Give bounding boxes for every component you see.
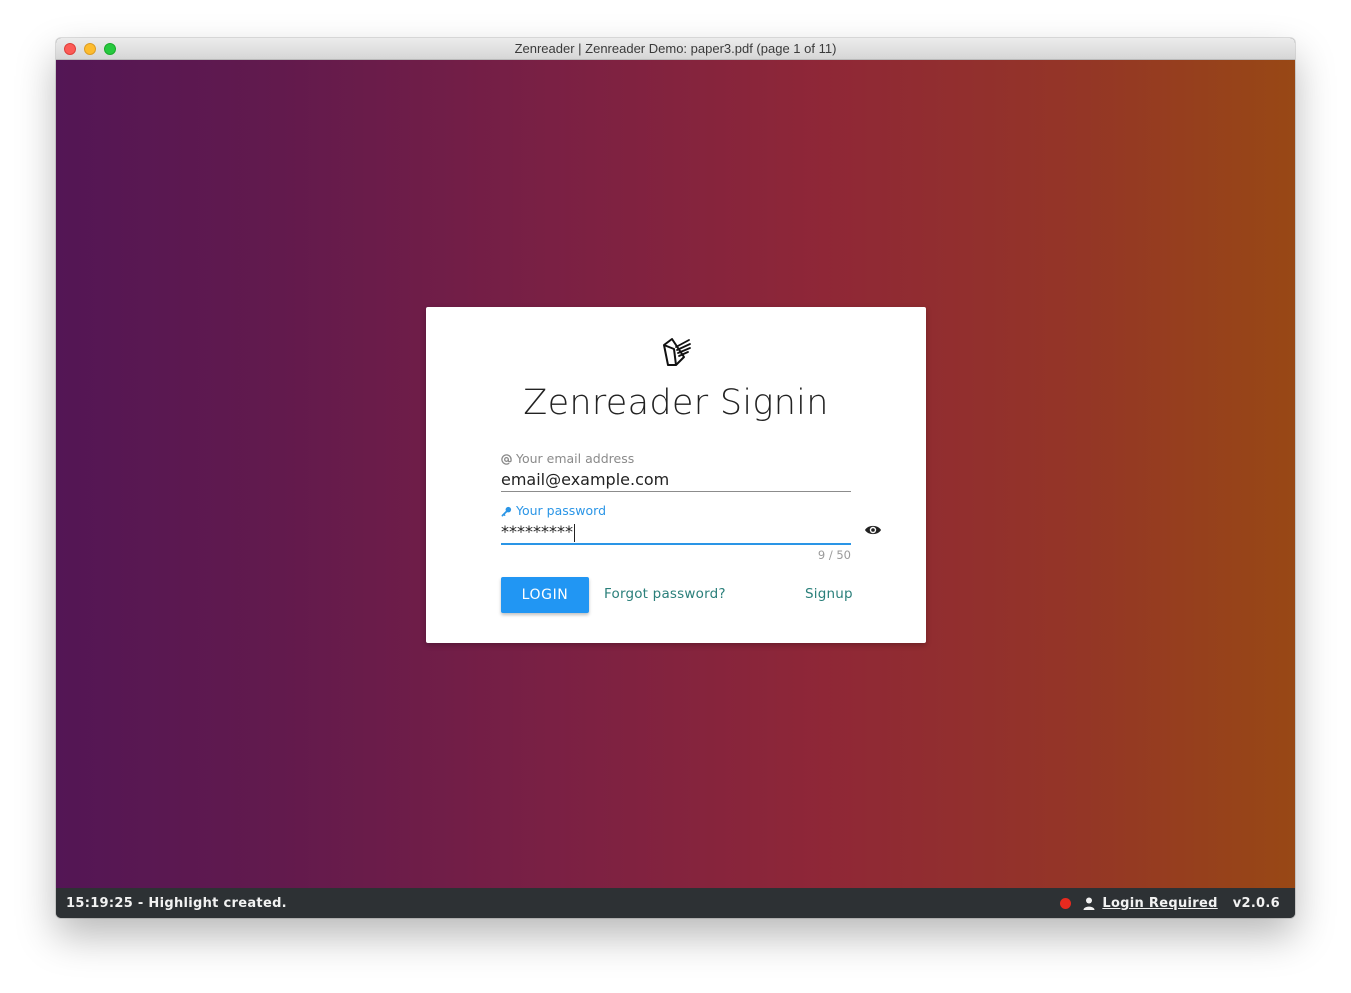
email-field[interactable]: Your email address email@example.com bbox=[501, 451, 851, 492]
password-input[interactable]: ********* bbox=[501, 522, 573, 541]
login-required-link[interactable]: Login Required bbox=[1102, 896, 1217, 911]
signup-link[interactable]: Signup bbox=[805, 586, 853, 602]
status-bar: 15:19:25 - Highlight created. Login Requ… bbox=[56, 888, 1295, 918]
zenreader-logo-icon bbox=[663, 338, 691, 366]
signin-title: Zenreader Signin bbox=[523, 383, 829, 423]
forgot-password-link[interactable]: Forgot password? bbox=[604, 586, 726, 602]
email-input[interactable]: email@example.com bbox=[501, 467, 851, 491]
app-window: Zenreader | Zenreader Demo: paper3.pdf (… bbox=[56, 38, 1295, 918]
email-label: Your email address bbox=[501, 451, 851, 467]
title-bar: Zenreader | Zenreader Demo: paper3.pdf (… bbox=[56, 38, 1295, 60]
version-label: v2.0.6 bbox=[1232, 896, 1280, 911]
user-icon bbox=[1083, 897, 1095, 910]
login-button[interactable]: LOGIN bbox=[501, 577, 589, 613]
password-label: Your password bbox=[501, 503, 851, 519]
key-icon bbox=[501, 506, 512, 516]
background-gradient: Zenreader Signin Your email address emai… bbox=[56, 60, 1295, 888]
password-char-counter: 9 / 50 bbox=[817, 548, 851, 562]
signin-card: Zenreader Signin Your email address emai… bbox=[426, 307, 926, 643]
password-input-row[interactable]: ********* bbox=[501, 519, 851, 543]
status-right-group: Login Required v2.0.6 bbox=[1060, 896, 1280, 911]
email-underline bbox=[501, 491, 851, 492]
at-icon bbox=[501, 453, 512, 465]
status-message: 15:19:25 - Highlight created. bbox=[66, 896, 287, 911]
password-label-text: Your password bbox=[516, 503, 607, 518]
password-underline bbox=[501, 543, 851, 545]
eye-icon[interactable] bbox=[864, 523, 882, 537]
status-indicator-dot bbox=[1060, 898, 1072, 909]
email-label-text: Your email address bbox=[516, 451, 635, 466]
window-title: Zenreader | Zenreader Demo: paper3.pdf (… bbox=[514, 41, 837, 56]
text-caret bbox=[574, 523, 575, 542]
password-field[interactable]: Your password ********* bbox=[501, 503, 851, 545]
